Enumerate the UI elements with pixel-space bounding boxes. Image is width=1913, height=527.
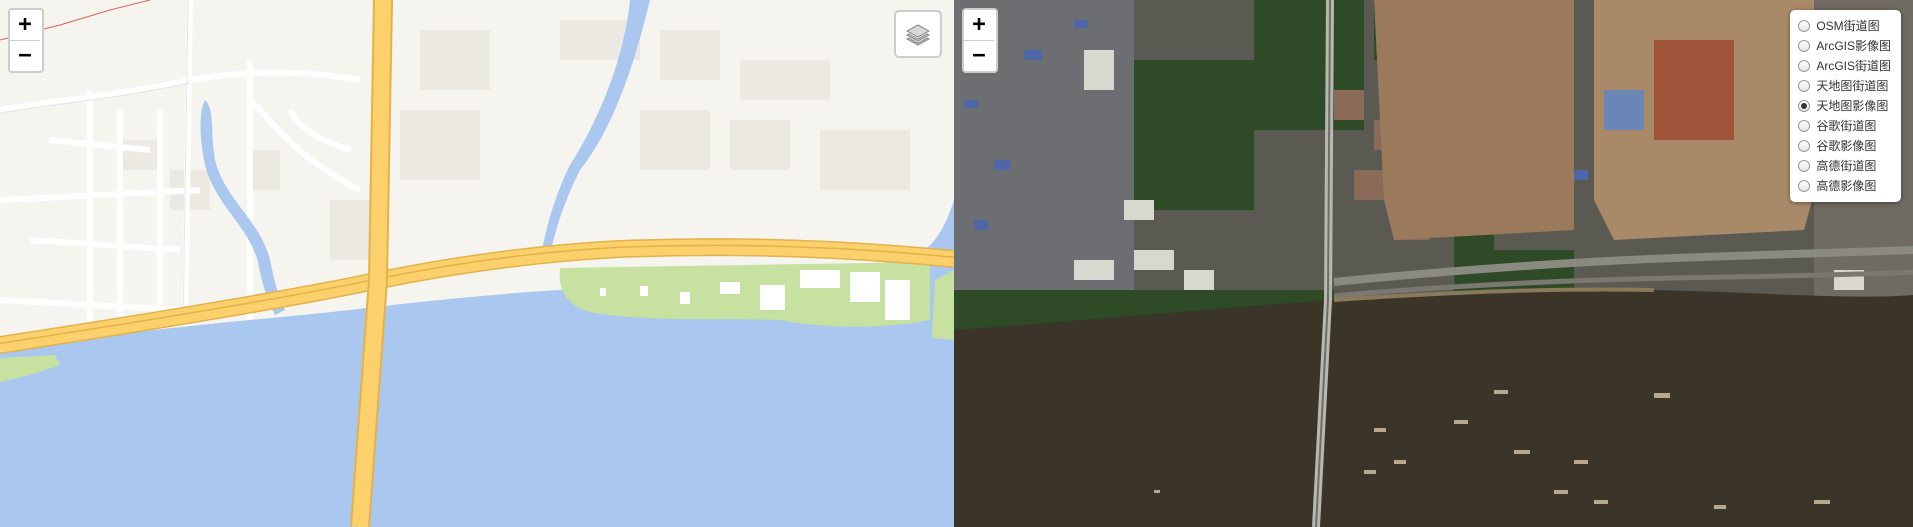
radio-button[interactable] — [1798, 20, 1811, 32]
river-water — [954, 289, 1913, 527]
layer-label: 高德影像图 — [1816, 179, 1877, 193]
radio-button[interactable] — [1798, 40, 1811, 52]
layer-label: 天地图街道图 — [1816, 79, 1889, 93]
layers-toggle-button[interactable] — [894, 10, 942, 58]
radio-button-selected[interactable] — [1798, 100, 1811, 112]
construction-site — [1374, 0, 1574, 240]
radio-button[interactable] — [1798, 160, 1811, 172]
radio-button[interactable] — [1798, 120, 1811, 132]
layer-label: 谷歌街道图 — [1816, 119, 1877, 133]
street-map-pane[interactable]: + − — [0, 0, 954, 527]
layer-option-tianditu-imagery[interactable]: 天地图影像图 — [1798, 96, 1891, 116]
radio-button[interactable] — [1798, 80, 1811, 92]
blue-roof-block — [1604, 90, 1644, 130]
layer-option-gaode-street[interactable]: 高德街道图 — [1798, 156, 1891, 176]
layer-option-tianditu-street[interactable]: 天地图街道图 — [1798, 76, 1891, 96]
radio-button[interactable] — [1798, 140, 1811, 152]
satellite-map[interactable] — [954, 0, 1913, 527]
radio-button[interactable] — [1798, 180, 1811, 192]
layer-label: ArcGIS影像图 — [1816, 39, 1891, 53]
layer-option-osm-street[interactable]: OSM街道图 — [1798, 16, 1891, 36]
street-map[interactable] — [0, 0, 954, 527]
reddish-soil — [1654, 40, 1734, 140]
right-zoom-control: + − — [962, 8, 998, 73]
layer-option-arcgis-imagery[interactable]: ArcGIS影像图 — [1798, 36, 1891, 56]
zoom-in-button[interactable]: + — [10, 10, 40, 40]
right-park — [932, 270, 954, 340]
satellite-map-pane[interactable]: + − OSM街道图 ArcGIS影像图 ArcGIS街道图 天地图街道图 天地… — [954, 0, 1913, 527]
layer-label: 高德街道图 — [1816, 159, 1877, 173]
layers-icon — [905, 24, 931, 46]
left-zoom-control: + − — [8, 8, 44, 73]
layer-option-google-street[interactable]: 谷歌街道图 — [1798, 116, 1891, 136]
layers-panel: OSM街道图 ArcGIS影像图 ArcGIS街道图 天地图街道图 天地图影像图… — [1790, 10, 1901, 202]
layer-label: OSM街道图 — [1816, 19, 1880, 33]
layer-label: 天地图影像图 — [1816, 99, 1889, 113]
layer-option-arcgis-street[interactable]: ArcGIS街道图 — [1798, 56, 1891, 76]
layer-label: ArcGIS街道图 — [1816, 59, 1891, 73]
zoom-in-button[interactable]: + — [964, 10, 994, 40]
layer-option-gaode-imagery[interactable]: 高德影像图 — [1798, 176, 1891, 196]
zoom-out-button[interactable]: − — [964, 40, 994, 71]
zoom-out-button[interactable]: − — [10, 40, 40, 71]
layer-label: 谷歌影像图 — [1816, 139, 1877, 153]
radio-button[interactable] — [1798, 60, 1811, 72]
layer-option-google-imagery[interactable]: 谷歌影像图 — [1798, 136, 1891, 156]
